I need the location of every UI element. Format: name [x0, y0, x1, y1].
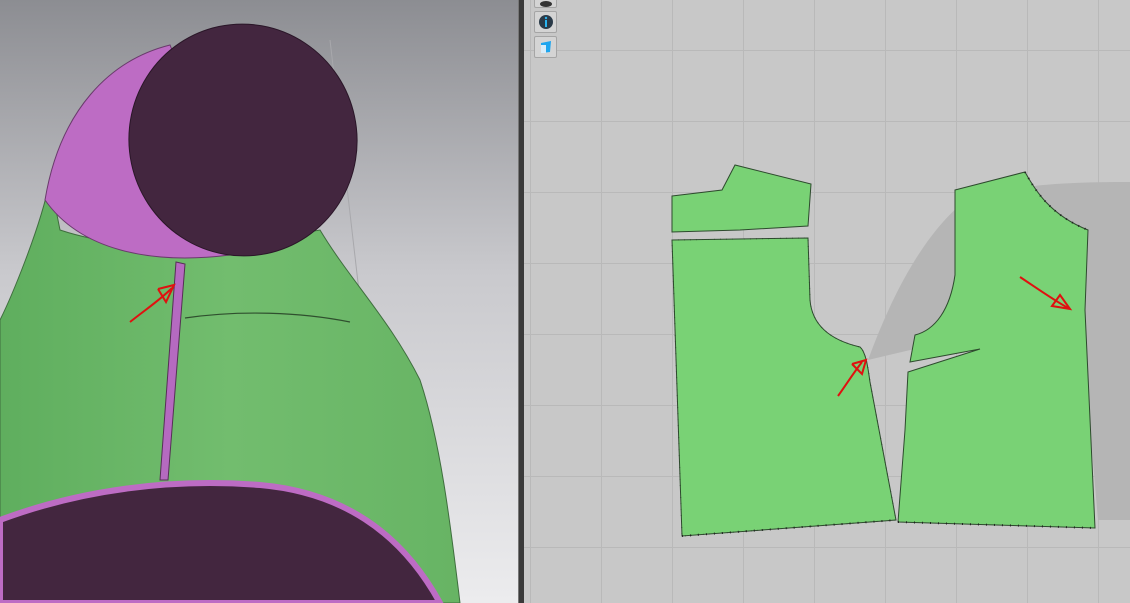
3d-viewport[interactable] [0, 0, 518, 603]
visibility-eye-icon[interactable] [534, 0, 557, 8]
pattern-back-body[interactable] [897, 171, 1096, 529]
pattern-front-body[interactable] [671, 237, 897, 537]
2d-pattern-window[interactable] [524, 0, 1130, 603]
texture-book-icon[interactable] [534, 36, 557, 58]
info-icon[interactable] [534, 11, 557, 33]
pattern-front-yoke[interactable] [671, 164, 812, 233]
2d-toolbar [534, 0, 557, 58]
